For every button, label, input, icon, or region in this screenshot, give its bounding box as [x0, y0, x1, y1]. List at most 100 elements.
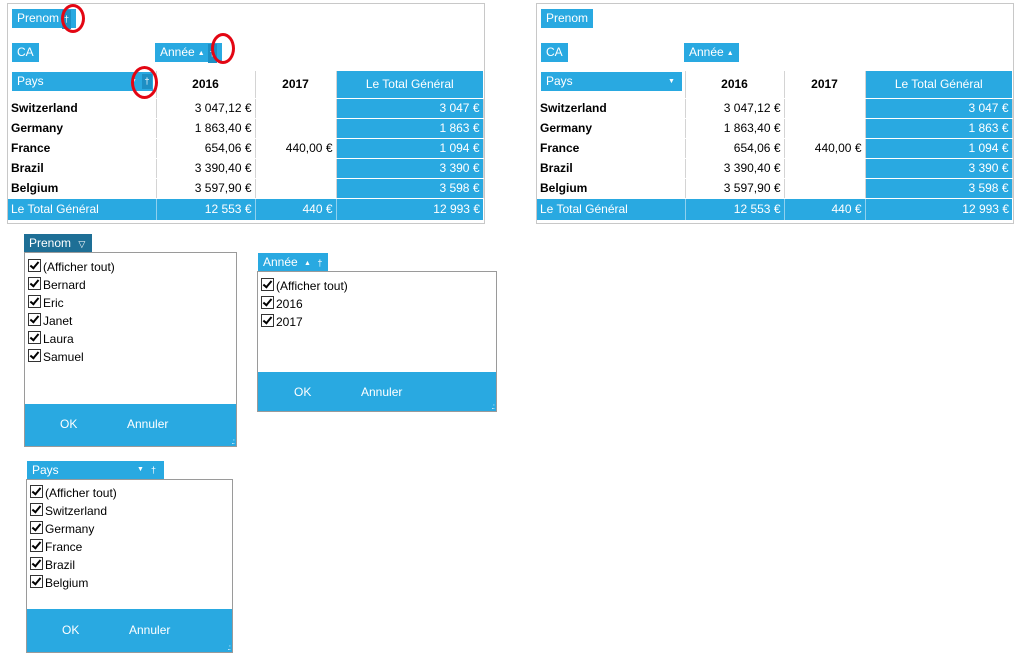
cell-2017 [784, 118, 866, 139]
checkbox[interactable] [28, 349, 41, 362]
ok-button[interactable]: OK [62, 623, 79, 637]
cell-2016: 654,06 € [156, 138, 256, 159]
table-row: Switzerland 3 047,12 € 3 047 € [537, 98, 1013, 119]
prenom-filter-footer: OK Annuler .: [25, 404, 236, 446]
grand-total-row: Le Total Général 12 553 € 440 € 12 993 € [537, 198, 1012, 221]
row-label: Switzerland [537, 98, 686, 119]
table-row: Brazil 3 390,40 € 3 390 € [8, 158, 484, 179]
checkbox[interactable] [261, 296, 274, 309]
checkbox[interactable] [30, 521, 43, 534]
table-row: Belgium 3 597,90 € 3 598 € [8, 178, 484, 199]
checkbox[interactable] [28, 295, 41, 308]
item-label: 2016 [276, 297, 303, 311]
page-field-prenom-chip[interactable]: Prenom [541, 9, 594, 28]
row-label: Brazil [8, 158, 157, 179]
header-row: 2016 2017 Le Total Général [8, 71, 483, 99]
grand-total-label: Le Total Général [537, 198, 686, 221]
highlight-circle-annee-filter [211, 33, 235, 64]
data-field-label: CA [17, 45, 34, 59]
checkbox[interactable] [28, 331, 41, 344]
col-field-annee-chip[interactable]: Année ▲ [684, 43, 739, 62]
item-label: Switzerland [45, 504, 108, 518]
list-item[interactable]: Belgium [27, 574, 232, 592]
checkbox[interactable] [28, 259, 41, 272]
list-item[interactable]: Switzerland [27, 502, 232, 520]
page-field-label: Prenom [17, 11, 60, 25]
data-field-ca-chip[interactable]: CA [12, 43, 39, 62]
checkbox[interactable] [28, 313, 41, 326]
cell-2016: 3 047,12 € [156, 98, 256, 119]
ok-button[interactable]: OK [60, 417, 77, 431]
table-row: Germany 1 863,40 € 1 863 € [8, 118, 484, 139]
filter-icon[interactable]: † [151, 461, 156, 479]
sort-asc-icon[interactable]: ▲ [198, 50, 205, 57]
pays-filter-header[interactable]: Pays ▼ † [27, 461, 164, 479]
list-item[interactable]: 2016 [258, 295, 496, 313]
list-item[interactable]: Janet [25, 312, 236, 330]
filter-icon[interactable]: † [317, 258, 322, 268]
cancel-button[interactable]: Annuler [127, 417, 168, 431]
cell-2017 [255, 158, 337, 179]
table-row: France 654,06 € 440,00 € 1 094 € [537, 138, 1013, 159]
grand-total-all: 12 993 € [336, 198, 483, 221]
cell-total: 1 094 € [336, 138, 484, 159]
table-row: Germany 1 863,40 € 1 863 € [537, 118, 1013, 139]
sort-asc-icon[interactable]: ▼ [137, 461, 144, 479]
item-label: (Afficher tout) [276, 279, 348, 293]
col-header: 2016 [685, 71, 785, 99]
cell-total: 3 390 € [865, 158, 1013, 179]
list-item[interactable]: France [27, 538, 232, 556]
list-item[interactable]: 2017 [258, 313, 496, 331]
filter-icon[interactable]: ▽ [78, 239, 85, 249]
list-item[interactable]: (Afficher tout) [258, 277, 496, 295]
col-header: 2016 [156, 71, 256, 99]
pays-filter-footer: OK Annuler .: [27, 609, 232, 652]
list-item[interactable]: Samuel [25, 348, 236, 366]
row-label: Brazil [537, 158, 686, 179]
grand-total-row: Le Total Général 12 553 € 440 € 12 993 € [8, 198, 483, 221]
table-row: Belgium 3 597,90 € 3 598 € [537, 178, 1013, 199]
list-item[interactable]: Brazil [27, 556, 232, 574]
cell-2016: 1 863,40 € [685, 118, 785, 139]
cell-2016: 3 390,40 € [685, 158, 785, 179]
cancel-button[interactable]: Annuler [129, 623, 170, 637]
row-label: Germany [8, 118, 157, 139]
data-field-ca-chip[interactable]: CA [541, 43, 568, 62]
list-item[interactable]: Germany [27, 520, 232, 538]
checkbox[interactable] [261, 314, 274, 327]
list-item[interactable]: (Afficher tout) [25, 258, 236, 276]
checkbox[interactable] [30, 539, 43, 552]
list-item[interactable]: Bernard [25, 276, 236, 294]
list-item[interactable]: Eric [25, 294, 236, 312]
resize-grip-icon[interactable]: .: [492, 403, 496, 411]
cell-2016: 1 863,40 € [156, 118, 256, 139]
checkbox[interactable] [30, 503, 43, 516]
cell-2017: 440,00 € [784, 138, 866, 159]
annee-filter-header[interactable]: Année ▲ † [258, 253, 328, 271]
sort-asc-icon[interactable]: ▲ [727, 50, 734, 57]
checkbox[interactable] [30, 575, 43, 588]
list-item[interactable]: Laura [25, 330, 236, 348]
checkbox[interactable] [28, 277, 41, 290]
row-label: France [537, 138, 686, 159]
checkbox[interactable] [30, 485, 43, 498]
pivot-table-left: Prenom † CA Année ▲ † Pays ▼ † 2016 2017 Le… [7, 3, 485, 224]
cell-2016: 3 597,90 € [156, 178, 256, 199]
prenom-filter-title: Prenom [29, 236, 72, 250]
cell-total: 3 047 € [865, 98, 1013, 119]
row-label: Belgium [8, 178, 157, 199]
ok-button[interactable]: OK [294, 385, 311, 399]
list-item[interactable]: (Afficher tout) [27, 484, 232, 502]
resize-grip-icon[interactable]: .: [228, 644, 232, 652]
row-label: Belgium [537, 178, 686, 199]
item-label: France [45, 540, 83, 554]
prenom-filter-panel: (Afficher tout) Bernard Eric Janet Laura… [24, 252, 237, 447]
item-label: Eric [43, 296, 64, 310]
checkbox[interactable] [30, 557, 43, 570]
prenom-filter-header[interactable]: Prenom ▽ [24, 234, 92, 252]
resize-grip-icon[interactable]: .: [232, 438, 236, 446]
sort-asc-icon[interactable]: ▲ [304, 260, 311, 267]
cancel-button[interactable]: Annuler [361, 385, 402, 399]
col-header-total: Le Total Général [865, 71, 1012, 99]
checkbox[interactable] [261, 278, 274, 291]
